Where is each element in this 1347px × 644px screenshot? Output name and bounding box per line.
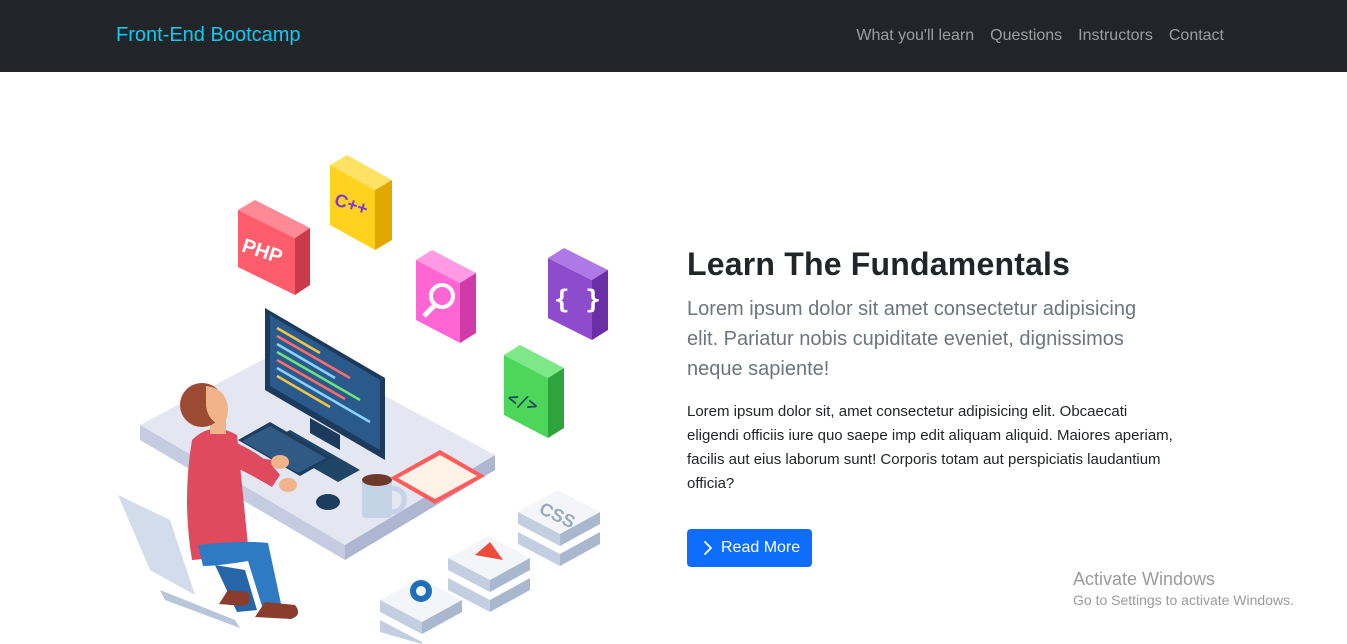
nav-link-what-youll-learn[interactable]: What you'll learn [856, 27, 974, 45]
css-block-stack-icon: CSS [518, 490, 600, 566]
read-more-button[interactable]: Read More [687, 529, 813, 567]
code-cube-icon: </> [504, 345, 564, 438]
nav-link-contact[interactable]: Contact [1169, 27, 1224, 45]
watermark-subtitle: Go to Settings to activate Windows. [1073, 592, 1294, 608]
php-cube-icon: PHP [238, 200, 310, 295]
chevron-right-icon [704, 541, 712, 555]
nav-link-instructors[interactable]: Instructors [1078, 27, 1153, 45]
read-more-label: Read More [721, 539, 801, 556]
mouse-icon [316, 494, 340, 510]
developer-illustration: PHP C++ { } </> CSS [118, 155, 608, 644]
windows-activation-watermark: Activate Windows Go to Settings to activ… [1073, 568, 1294, 610]
watermark-title: Activate Windows [1073, 569, 1216, 589]
nav-links: What you'll learn Questions Instructors … [856, 27, 1224, 45]
hero-content: Learn The Fundamentals Lorem ipsum dolor… [687, 244, 1187, 567]
hero-lead-text: Lorem ipsum dolor sit amet consectetur a… [687, 298, 1137, 380]
braces-cube-icon: { } [548, 248, 608, 340]
svg-text:{ }: { } [554, 285, 601, 315]
top-navbar: Front-End Bootcamp What you'll learn Que… [0, 0, 1347, 72]
brand-link[interactable]: Front-End Bootcamp [116, 24, 301, 47]
nav-link-questions[interactable]: Questions [990, 27, 1062, 45]
page-title: Learn The Fundamentals [687, 246, 1071, 282]
hero-body-text: Lorem ipsum dolor sit, amet consectetur … [687, 403, 1173, 492]
search-cube-icon [416, 250, 476, 343]
cpp-cube-icon: C++ [330, 155, 392, 250]
